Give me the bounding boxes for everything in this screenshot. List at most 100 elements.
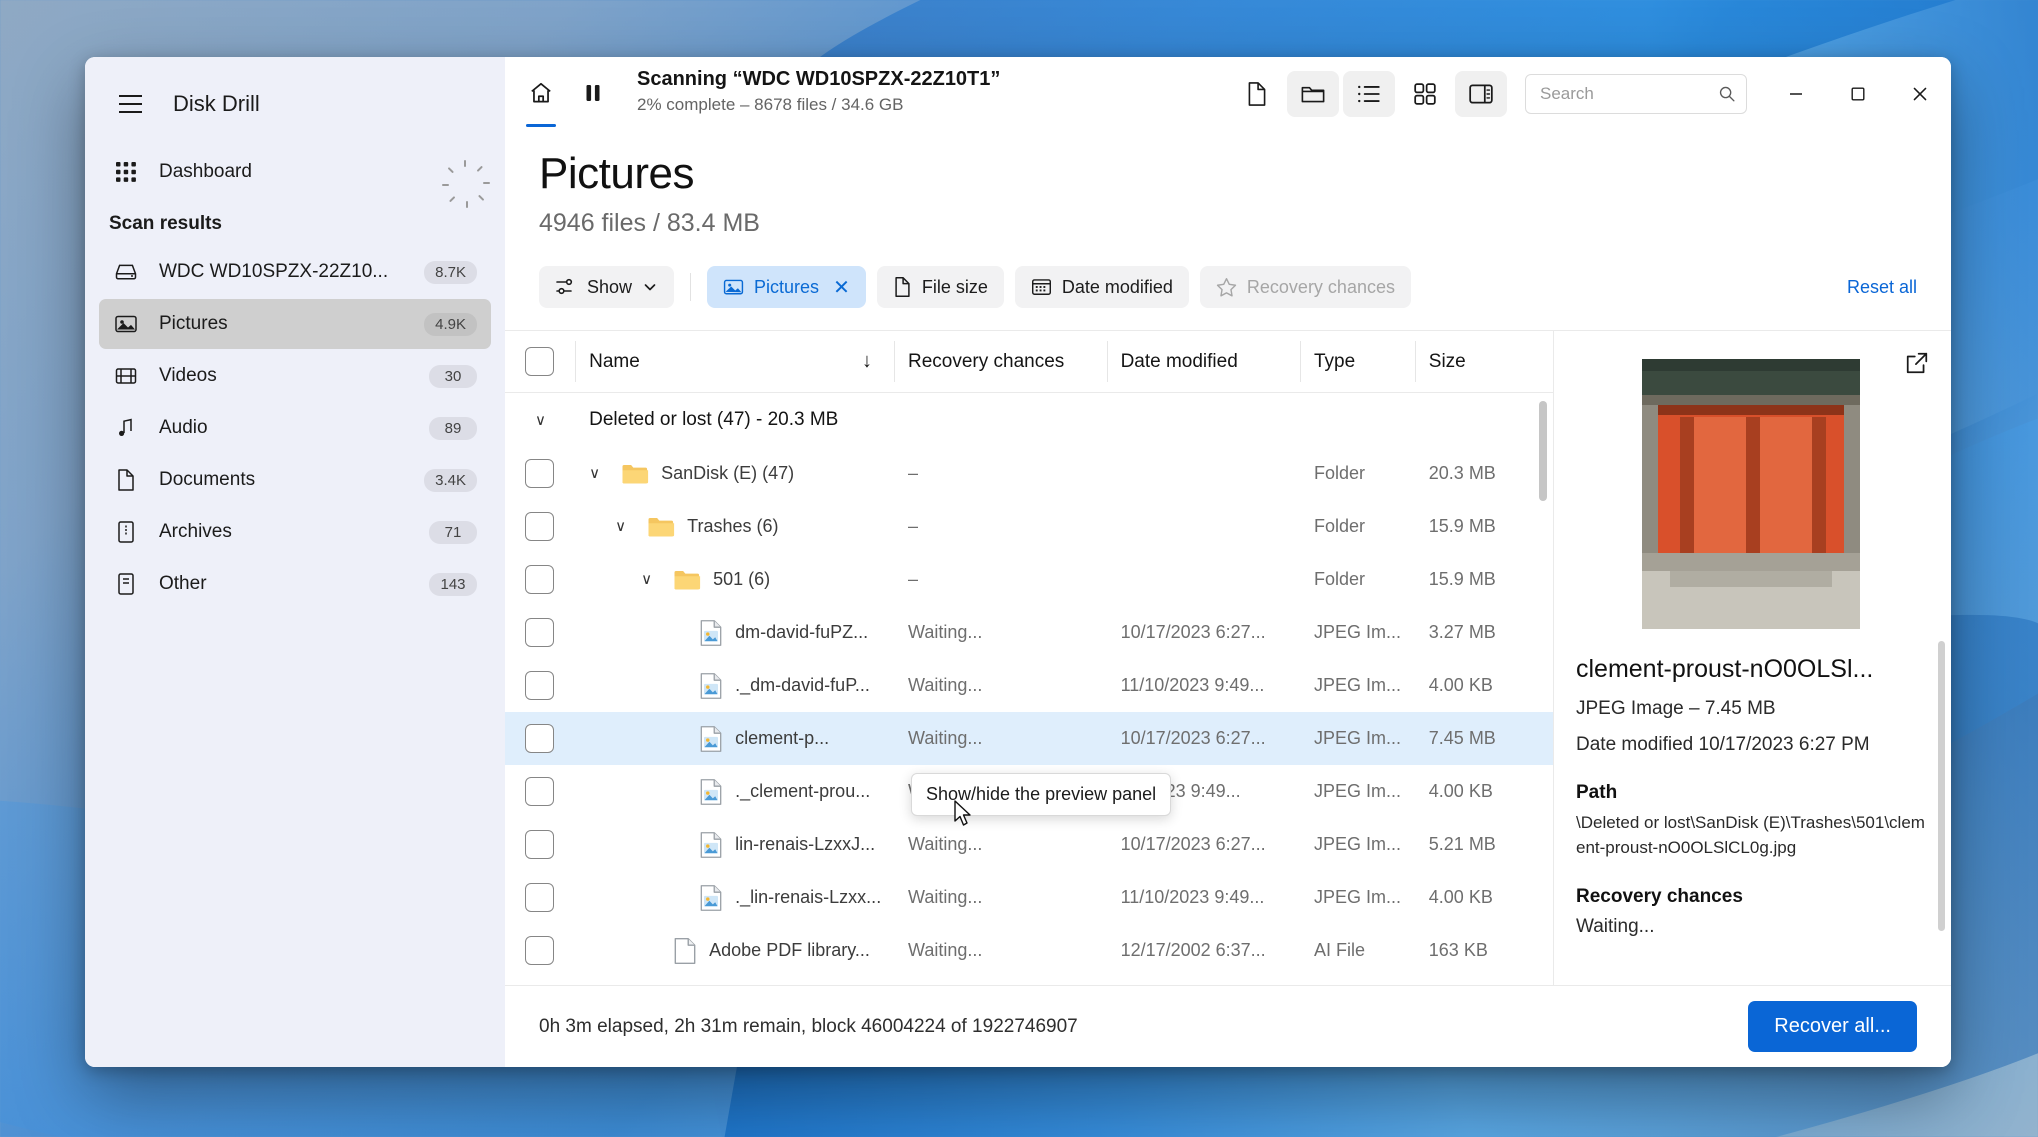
- table-row[interactable]: ∨ SanDisk (E) (47) – Folder 20.3 MB: [505, 447, 1553, 500]
- table-row[interactable]: lin-renais-LzxxJ... Waiting... 10/17/2023 …: [505, 818, 1553, 871]
- sort-descending-icon[interactable]: ↓: [862, 350, 894, 373]
- sidebar-item-pictures[interactable]: Pictures 4.9K: [99, 299, 491, 349]
- sidebar-item-archives[interactable]: Archives 71: [99, 507, 491, 557]
- row-select-cell[interactable]: [505, 500, 575, 553]
- table-scrollbar[interactable]: [1539, 401, 1547, 973]
- list-view-icon[interactable]: [1343, 71, 1395, 117]
- row-type-cell: JPEG Im...: [1300, 659, 1415, 712]
- sidebar-item-audio[interactable]: Audio 89: [99, 403, 491, 453]
- table-group-row[interactable]: ∨ Deleted or lost (47) - 20.3 MB: [505, 393, 1553, 448]
- close-icon[interactable]: [1889, 67, 1951, 121]
- row-recovery-cell: Waiting...: [894, 712, 1107, 765]
- sidebar-item-badge: 30: [429, 364, 477, 388]
- row-checkbox[interactable]: [525, 671, 554, 700]
- column-header-type[interactable]: Type: [1300, 331, 1415, 393]
- select-all-checkbox[interactable]: [525, 347, 554, 376]
- row-name: Trashes (6): [687, 516, 779, 536]
- row-checkbox[interactable]: [525, 777, 554, 806]
- table-row[interactable]: dm-david-fuPZ... Waiting... 10/17/2023 6:2…: [505, 606, 1553, 659]
- remove-filter-icon[interactable]: ✕: [833, 275, 850, 300]
- table-row[interactable]: ._lin-renais-Lzxx... Waiting... 11/10/2023…: [505, 871, 1553, 924]
- row-checkbox[interactable]: [525, 936, 554, 965]
- row-size: 15.9 MB: [1428, 569, 1496, 589]
- sidebar-item-documents[interactable]: Documents 3.4K: [99, 455, 491, 505]
- row-checkbox[interactable]: [525, 618, 554, 647]
- row-type: JPEG Im...: [1314, 675, 1402, 695]
- row-checkbox[interactable]: [525, 830, 554, 859]
- maximize-icon[interactable]: [1827, 67, 1889, 121]
- row-select-cell[interactable]: [505, 871, 575, 924]
- sidebar-item-label: Other: [159, 573, 207, 594]
- sidebar-item-wdc-wd10spzx-22z10[interactable]: WDC WD10SPZX-22Z10... 8.7K: [99, 247, 491, 297]
- filter-chip-label: Pictures: [754, 276, 820, 297]
- pause-icon[interactable]: [567, 67, 619, 119]
- search-box[interactable]: [1525, 74, 1747, 114]
- filter-chips: Pictures ✕ File size Date modified Recovery …: [707, 266, 1411, 308]
- table-row[interactable]: ∨ 501 (6) – Folder 15.9 MB: [505, 553, 1553, 606]
- recover-all-button[interactable]: Recover all...: [1748, 1001, 1917, 1052]
- row-select-cell[interactable]: [505, 924, 575, 977]
- table-scroll-thumb[interactable]: [1539, 401, 1547, 501]
- row-size-cell: 7.45 MB: [1414, 712, 1553, 765]
- filter-chip-pictures[interactable]: Pictures ✕: [707, 266, 866, 308]
- row-size: 15.9 MB: [1428, 516, 1496, 536]
- row-select-cell[interactable]: [505, 553, 575, 606]
- row-checkbox[interactable]: [525, 724, 554, 753]
- file-view-icon[interactable]: [1231, 71, 1283, 117]
- show-filter-button[interactable]: Show: [539, 266, 675, 308]
- select-all-header[interactable]: [505, 331, 576, 393]
- minimize-icon[interactable]: [1765, 67, 1827, 121]
- preview-thumbnail[interactable]: [1641, 359, 1860, 629]
- filter-chip-file-size[interactable]: File size: [876, 266, 1004, 308]
- sidebar-item-badge: 143: [429, 572, 477, 596]
- chevron-down-icon[interactable]: ∨: [589, 466, 609, 481]
- row-select-cell[interactable]: [505, 818, 575, 871]
- column-header-size[interactable]: Size: [1414, 331, 1553, 393]
- row-checkbox[interactable]: [525, 459, 554, 488]
- column-header-recovery[interactable]: Recovery chances: [894, 331, 1107, 393]
- row-date: [1107, 516, 1121, 536]
- filter-chip-recovery-chances[interactable]: Recovery chances: [1199, 266, 1411, 308]
- filter-chip-date-modified[interactable]: Date modified: [1014, 266, 1189, 308]
- hamburger-icon[interactable]: [109, 83, 151, 125]
- column-header-date[interactable]: Date modified: [1106, 331, 1300, 393]
- row-checkbox[interactable]: [525, 883, 554, 912]
- search-input[interactable]: [1540, 84, 1718, 104]
- sidebar-item-dashboard[interactable]: Dashboard: [99, 147, 491, 208]
- folder-view-icon[interactable]: [1287, 71, 1339, 117]
- open-external-icon[interactable]: [1905, 351, 1929, 380]
- row-name: SanDisk (E) (47): [661, 463, 795, 483]
- preview-panel-icon[interactable]: [1455, 71, 1507, 117]
- row-name: lin-renais-LzxxJ...: [735, 834, 876, 854]
- sidebar-item-label: Documents: [159, 469, 256, 490]
- table-row[interactable]: ._dm-david-fuP... Waiting... 11/10/2023 9:…: [505, 659, 1553, 712]
- row-select-cell[interactable]: [505, 712, 576, 765]
- group-caret-cell[interactable]: ∨: [505, 393, 575, 448]
- sidebar-item-badge: 89: [429, 416, 477, 440]
- row-checkbox[interactable]: [525, 565, 554, 594]
- row-select-cell[interactable]: [505, 659, 575, 712]
- chevron-down-icon[interactable]: ∨: [535, 413, 555, 428]
- sidebar-item-other[interactable]: Other 143: [99, 559, 491, 609]
- column-header-name[interactable]: Name ↓: [575, 331, 894, 393]
- row-size: 4.00 KB: [1428, 887, 1493, 907]
- chevron-down-icon[interactable]: ∨: [641, 572, 661, 587]
- row-select-cell[interactable]: [505, 765, 575, 818]
- row-select-cell[interactable]: [505, 447, 575, 500]
- dashboard-icon: [113, 159, 139, 185]
- row-name-cell: ._clement-prou...: [575, 765, 894, 818]
- other-icon: [113, 571, 139, 597]
- row-select-cell[interactable]: [505, 606, 575, 659]
- filter-chip-label: Date modified: [1061, 276, 1173, 297]
- table-row[interactable]: Adobe PDF library... Waiting... 12/17/2002…: [505, 924, 1553, 977]
- reset-all-button[interactable]: Reset all: [1847, 277, 1917, 298]
- grid-view-icon[interactable]: [1399, 71, 1451, 117]
- row-date-cell: 10/17/2023 6:27...: [1107, 818, 1300, 871]
- preview-scrollbar[interactable]: [1938, 641, 1945, 931]
- home-icon[interactable]: [515, 67, 567, 127]
- chevron-down-icon[interactable]: ∨: [615, 519, 635, 534]
- table-row[interactable]: ∨ Trashes (6) – Folder 15.9 MB: [505, 500, 1553, 553]
- row-checkbox[interactable]: [525, 512, 554, 541]
- sidebar-item-videos[interactable]: Videos 30: [99, 351, 491, 401]
- table-row[interactable]: clement-p... Waiting... 10/17/2023 6:27...…: [505, 712, 1553, 765]
